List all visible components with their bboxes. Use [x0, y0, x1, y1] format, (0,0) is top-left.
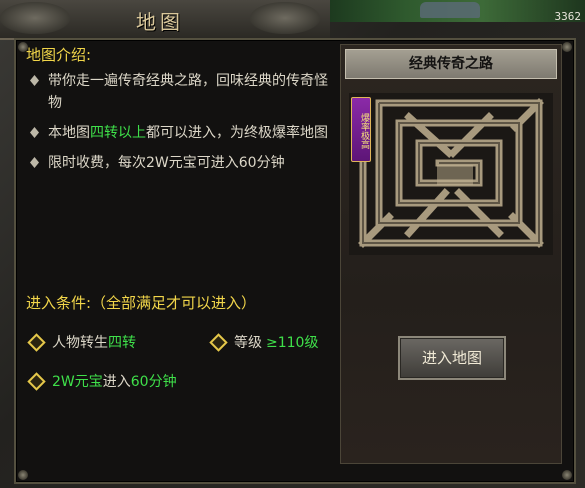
diamond-icon — [27, 371, 46, 391]
window-title: 地图 — [136, 10, 184, 34]
map-name-label: 经典传奇之路 — [345, 49, 557, 79]
enter-map-button[interactable]: 进入地图 — [398, 336, 506, 380]
intro-bullet: 带你走一遍传奇经典之路，回味经典的传奇怪物 — [26, 70, 331, 114]
intro-heading: 地图介绍: — [26, 46, 92, 64]
intro-bullet: 限时收费，每次2W元宝可进入60分钟 — [26, 152, 331, 174]
condition-item: 2W元宝 进入 60分钟 — [27, 371, 177, 391]
title-bar[interactable]: 地图 — [0, 0, 330, 40]
map-preview-panel: 经典传奇之路 爆率极高 — [340, 44, 562, 464]
bullet-icon — [30, 127, 39, 138]
diamond-icon — [209, 332, 228, 352]
coordinate-readout: 3362 — [554, 10, 582, 23]
requirement-highlight: 四转以上 — [90, 125, 146, 141]
intro-bullet: 本地图四转以上都可以进入，为终极爆率地图 — [26, 122, 331, 144]
rivet — [562, 42, 572, 52]
scene-rock — [420, 2, 480, 18]
dragon-ornament-left — [0, 2, 70, 34]
maze-map-image — [349, 93, 553, 255]
bullet-icon — [30, 157, 39, 168]
dragon-ornament-right — [250, 2, 320, 34]
drop-rate-badge: 爆率极高 — [351, 97, 371, 162]
diamond-icon — [27, 332, 46, 352]
rivet — [562, 470, 572, 480]
bullet-icon — [30, 75, 39, 86]
rivet — [18, 470, 28, 480]
game-scene-strip: 3362 — [330, 0, 585, 23]
map-intro: 地图介绍: 带你走一遍传奇经典之路，回味经典的传奇怪物 本地图四转以上都可以进入… — [26, 44, 331, 182]
condition-item: 人物转生 四转 — [27, 332, 136, 352]
condition-item: 等级 ≥110级 — [209, 332, 318, 352]
conditions-heading: 进入条件:（全部满足才可以进入） — [26, 294, 257, 312]
